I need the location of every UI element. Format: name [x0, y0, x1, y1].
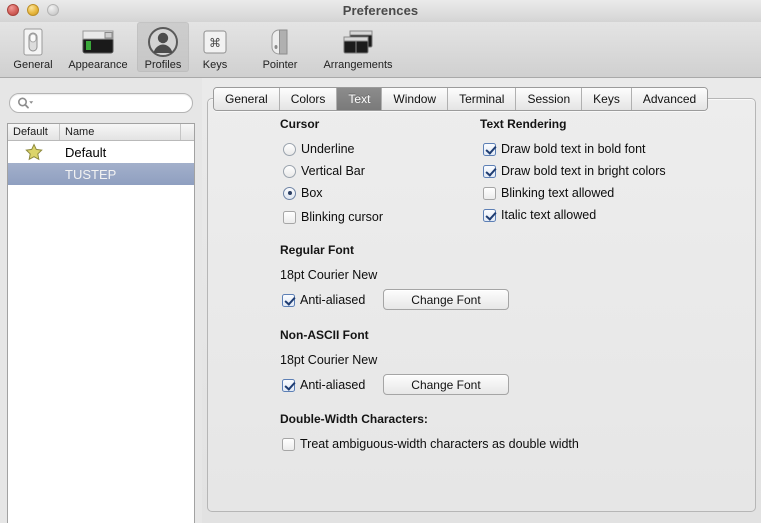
switch-icon [18, 26, 48, 58]
preferences-window: Preferences General [0, 0, 761, 523]
text-tab-content: Cursor Underline Vertical Bar Box Blinki… [208, 99, 757, 513]
regular-font-value: 18pt Courier New [280, 268, 377, 282]
option-label: Anti-aliased [300, 378, 365, 392]
search-input[interactable] [9, 93, 193, 113]
toolbar-item-label: Keys [203, 59, 227, 71]
toolbar-item-keys[interactable]: ⌘ Keys [189, 22, 241, 72]
option-label: Treat ambiguous-width characters as doub… [300, 437, 579, 451]
toolbar-item-arrangements[interactable]: Arrangements [319, 22, 397, 72]
column-header-name[interactable]: Name [60, 124, 181, 140]
command-key-icon: ⌘ [200, 26, 230, 58]
profile-name: Default [60, 145, 194, 160]
title-bar: Preferences [0, 0, 761, 23]
tab-keys[interactable]: Keys [582, 88, 632, 110]
toolbar-item-label: Profiles [145, 59, 182, 71]
column-header-spacer [181, 124, 194, 140]
radio-vertical-bar[interactable] [283, 165, 296, 178]
tab-terminal[interactable]: Terminal [448, 88, 516, 110]
option-label: Blinking cursor [301, 210, 383, 224]
tab-panel: Cursor Underline Vertical Bar Box Blinki… [207, 98, 756, 512]
checkbox-italic-text-allowed[interactable] [483, 209, 496, 222]
profiles-sidebar: Default Name Default TUSTEP + − [0, 78, 202, 523]
profiles-list-header: Default Name [8, 124, 194, 141]
tab-session[interactable]: Session [516, 88, 582, 110]
cursor-option-vertical-bar[interactable]: Vertical Bar [283, 164, 365, 178]
option-label: Draw bold text in bold font [501, 142, 646, 156]
non-ascii-font-antialiased-row[interactable]: Anti-aliased [282, 378, 365, 392]
person-icon [147, 26, 179, 58]
text-rendering-blinking-row[interactable]: Blinking text allowed [483, 186, 614, 200]
radio-underline[interactable] [283, 143, 296, 156]
option-label: Blinking text allowed [501, 186, 614, 200]
option-label: Italic text allowed [501, 208, 596, 222]
double-width-group-title: Double-Width Characters: [280, 412, 428, 426]
text-rendering-group-title: Text Rendering [480, 117, 566, 131]
text-rendering-italic-row[interactable]: Italic text allowed [483, 208, 596, 222]
table-row[interactable]: TUSTEP [8, 163, 194, 185]
checkbox-draw-bold-in-bright-colors[interactable] [483, 165, 496, 178]
option-label: Draw bold text in bright colors [501, 164, 666, 178]
toolbar-item-profiles[interactable]: Profiles [137, 22, 189, 72]
tab-window[interactable]: Window [382, 88, 448, 110]
svg-text:⌘: ⌘ [209, 36, 221, 50]
checkbox-blinking-cursor[interactable] [283, 211, 296, 224]
toolbar-item-label: Arrangements [323, 59, 392, 71]
toolbar-item-appearance[interactable]: Appearance [59, 22, 137, 72]
profiles-list: Default Name Default TUSTEP [7, 123, 195, 523]
tab-advanced[interactable]: Advanced [632, 88, 707, 110]
default-star-icon[interactable] [8, 143, 60, 161]
toolbar-item-label: Appearance [68, 59, 127, 71]
non-ascii-font-group-title: Non-ASCII Font [280, 328, 369, 342]
toolbar-item-label: General [13, 59, 52, 71]
change-regular-font-button[interactable]: Change Font [383, 289, 509, 310]
blinking-cursor-row[interactable]: Blinking cursor [283, 210, 383, 224]
cursor-group-title: Cursor [280, 117, 319, 131]
change-non-ascii-font-button[interactable]: Change Font [383, 374, 509, 395]
cursor-option-box[interactable]: Box [283, 186, 323, 200]
toolbar-item-pointer[interactable]: Pointer [241, 22, 319, 72]
non-ascii-font-value: 18pt Courier New [280, 353, 377, 367]
checkbox-treat-ambiguous-width[interactable] [282, 438, 295, 451]
double-width-row[interactable]: Treat ambiguous-width characters as doub… [282, 437, 579, 451]
profile-name: TUSTEP [60, 167, 194, 182]
column-header-default[interactable]: Default [8, 124, 60, 140]
regular-font-group-title: Regular Font [280, 243, 354, 257]
toolbar: General Appearance Profil [0, 22, 761, 78]
stacked-windows-icon [340, 26, 376, 58]
toolbar-item-label: Pointer [263, 59, 298, 71]
tab-colors[interactable]: Colors [280, 88, 338, 110]
window-appearance-icon [80, 26, 116, 58]
tab-bar: General Colors Text Window Terminal Sess… [213, 87, 708, 111]
text-rendering-bold-font-row[interactable]: Draw bold text in bold font [483, 142, 646, 156]
option-label: Vertical Bar [301, 164, 365, 178]
toolbar-item-general[interactable]: General [7, 22, 59, 72]
search-field-wrap [9, 93, 193, 113]
preferences-content: Cursor Underline Vertical Bar Box Blinki… [202, 78, 761, 523]
radio-box[interactable] [283, 187, 296, 200]
option-label: Box [301, 186, 323, 200]
checkbox-regular-antialiased[interactable] [282, 294, 295, 307]
option-label: Underline [301, 142, 355, 156]
mouse-icon [264, 26, 296, 58]
table-row[interactable]: Default [8, 141, 194, 163]
checkbox-draw-bold-in-bold-font[interactable] [483, 143, 496, 156]
tab-text[interactable]: Text [337, 88, 382, 110]
option-label: Anti-aliased [300, 293, 365, 307]
window-title: Preferences [0, 3, 761, 18]
tab-general[interactable]: General [214, 88, 280, 110]
text-rendering-bright-colors-row[interactable]: Draw bold text in bright colors [483, 164, 666, 178]
regular-font-antialiased-row[interactable]: Anti-aliased [282, 293, 365, 307]
checkbox-non-ascii-antialiased[interactable] [282, 379, 295, 392]
checkbox-blinking-text-allowed[interactable] [483, 187, 496, 200]
cursor-option-underline[interactable]: Underline [283, 142, 355, 156]
